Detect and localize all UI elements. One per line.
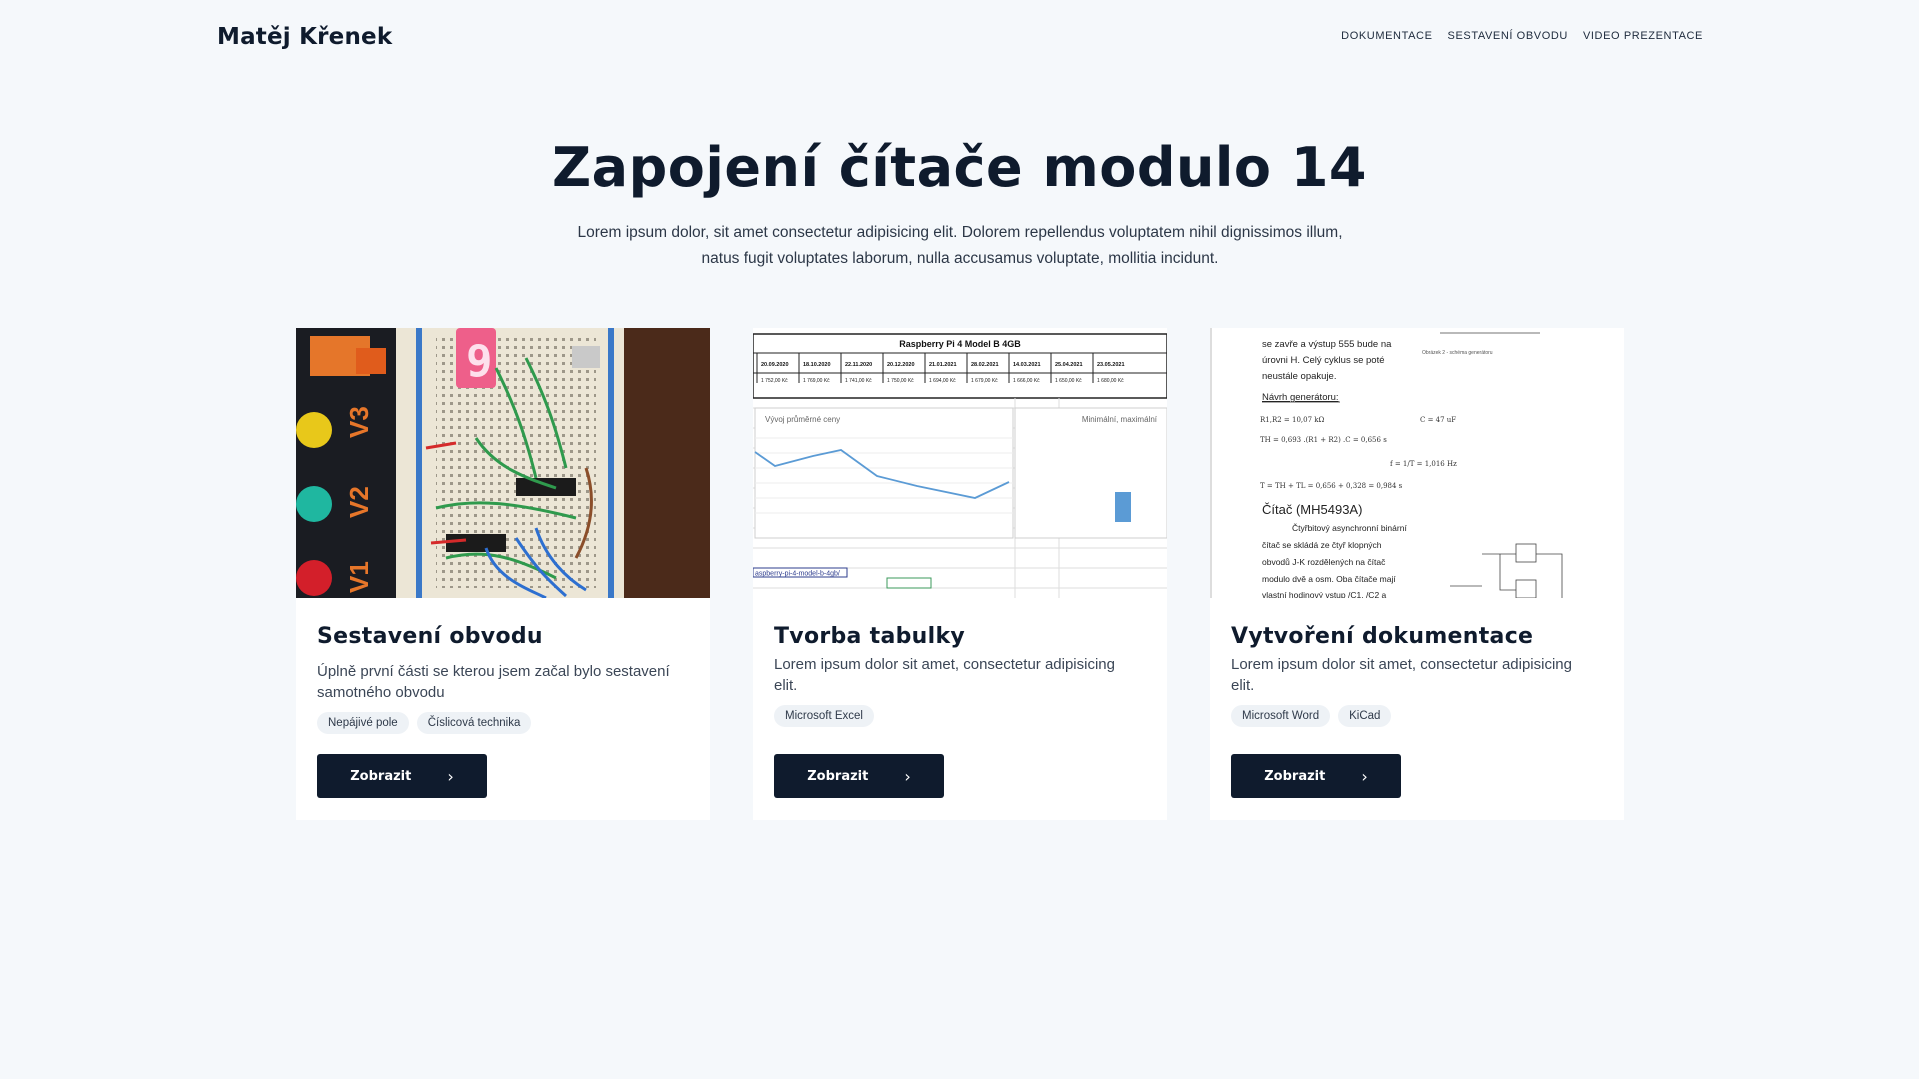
view-button-label: Zobrazit (350, 768, 412, 784)
chevron-right-icon: › (1361, 766, 1368, 786)
date-cell: 22.11.2020 (845, 362, 872, 368)
date-cell: 20.12.2020 (887, 362, 915, 368)
nav-link-dokumentace[interactable]: DOKUMENTACE (1341, 30, 1432, 42)
doc-para-3: obvodů J-K rozdělených na čítač (1262, 557, 1386, 567)
card-title: Vytvoření dokumentace (1231, 624, 1534, 649)
price-cell: 1 679,00 Kč (971, 378, 998, 384)
price-cell: 1 769,00 Kč (803, 378, 830, 384)
formula-4: f = 1/T = 1,016 Hz (1390, 460, 1457, 468)
price-cell: 1 752,00 Kč (761, 378, 788, 384)
tag-list: Nepájivé pole Číslicová technika (317, 712, 532, 734)
view-button[interactable]: Zobrazit › (317, 754, 487, 798)
nav-link-video-prezentace[interactable]: VIDEO PREZENTACE (1583, 30, 1703, 42)
date-cell: 23.05.2021 (1097, 362, 1125, 368)
doc-para-1: Čtyřbitový asynchronní binární (1292, 523, 1407, 533)
price-cell: 1 680,00 Kč (1097, 378, 1124, 384)
doc-section-title: Čítač (MH5493A) (1262, 502, 1362, 517)
seven-segment-digit: 9 (466, 336, 493, 387)
tag: Nepájivé pole (317, 712, 409, 734)
card-tvorba-tabulky: Raspberry Pi 4 Model B 4GB 20.09.2020 18.… (753, 328, 1167, 820)
doc-para-5: vlastní hodinový vstup /C1, /C2 a (1262, 590, 1387, 598)
doc-heading: Návrh generátoru: (1262, 392, 1339, 403)
table-title: Raspberry Pi 4 Model B 4GB (899, 339, 1021, 349)
doc-caption: Obrázek 2 - schéma generátoru (1422, 350, 1493, 356)
nav-link-sestaveni-obvodu[interactable]: SESTAVENÍ OBVODU (1448, 30, 1568, 42)
doc-para-2: čítač se skládá ze čtyř klopných (1262, 540, 1382, 550)
formula-5: T = TH + TL = 0,656 + 0,328 = 0,984 s (1260, 482, 1403, 490)
view-button-label: Zobrazit (807, 768, 869, 784)
date-cell: 18.10.2020 (803, 362, 831, 368)
view-button-label: Zobrazit (1264, 768, 1326, 784)
brand-logo[interactable]: Matěj Křenek (217, 24, 392, 50)
subtitle-line-2: natus fugit voluptates laborum, nulla ac… (701, 250, 1219, 267)
formula-2: C = 47 uF (1420, 416, 1456, 424)
doc-para-4: modulo dvě a osm. Oba čítače mají (1262, 574, 1396, 584)
tag: Microsoft Word (1231, 705, 1331, 727)
view-button[interactable]: Zobrazit › (774, 754, 944, 798)
date-cell: 20.09.2020 (761, 362, 789, 368)
page-subtitle: Lorem ipsum dolor, sit amet consectetur … (510, 220, 1410, 272)
tag: Microsoft Excel (774, 705, 874, 727)
price-cell: 1 650,00 Kč (1055, 378, 1082, 384)
spreadsheet-screenshot: Raspberry Pi 4 Model B 4GB 20.09.2020 18.… (753, 328, 1167, 598)
formula-1: R1,R2 = 10,07 kΩ (1260, 416, 1324, 424)
label-v1: V1 (344, 561, 374, 593)
date-cell: 21.01.2021 (929, 362, 957, 368)
chart-title: Vývoj průměrné ceny (765, 415, 840, 424)
view-button[interactable]: Zobrazit › (1231, 754, 1401, 798)
doc-line-3: neustále opakuje. (1262, 371, 1336, 382)
tag-list: Microsoft Word KiCad (1231, 705, 1392, 727)
document-page: se zavře a výstup 555 bude na úrovni H. … (1210, 328, 1624, 598)
price-cell: 1 666,00 Kč (1013, 378, 1040, 384)
breadboard-photo: V3 V2 V1 9 (296, 328, 710, 598)
card-title: Sestavení obvodu (317, 624, 543, 649)
tag-list: Microsoft Excel (774, 705, 874, 727)
doc-line-2: úrovni H. Celý cyklus se poté (1262, 355, 1385, 366)
tag: KiCad (1338, 705, 1392, 727)
price-cell: 1 694,00 Kč (929, 378, 956, 384)
tag: Číslicová technika (416, 712, 532, 734)
card-image-breadboard: V3 V2 V1 9 (296, 328, 710, 598)
card-vytvoreni-dokumentace: se zavře a výstup 555 bude na úrovni H. … (1210, 328, 1624, 820)
card-title: Tvorba tabulky (774, 624, 966, 649)
spreadsheet-link: aspberry-pi-4-model-b-4gb/ (755, 571, 840, 578)
card-description: Lorem ipsum dolor sit amet, consectetur … (1231, 656, 1572, 694)
main-nav: DOKUMENTACE SESTAVENÍ OBVODU VIDEO PREZE… (1341, 30, 1703, 42)
date-cell: 28.02.2021 (971, 362, 999, 368)
chevron-right-icon: › (447, 766, 454, 786)
date-cell: 14.03.2021 (1013, 362, 1041, 368)
chevron-right-icon: › (904, 766, 911, 786)
price-cell: 1 741,00 Kč (845, 378, 872, 384)
prices-row: 1 752,00 Kč 1 769,00 Kč 1 741,00 Kč 1 750,0… (761, 378, 1124, 384)
subtitle-line-1: Lorem ipsum dolor, sit amet consectetur … (577, 224, 1343, 241)
card-image-document: se zavře a výstup 555 bude na úrovni H. … (1210, 328, 1624, 598)
card-sestaveni-obvodu: V3 V2 V1 9 Sestavení obvodu Úplně první … (296, 328, 710, 820)
card-description: Lorem ipsum dolor sit amet, consectetur … (774, 656, 1115, 694)
site-header: Matěj Křenek DOKUMENTACE SESTAVENÍ OBVOD… (0, 0, 1919, 76)
card-description: Úplně první části se kterou jsem začal b… (317, 663, 670, 701)
formula-3: TH = 0,693 .(R1 + R2) .C = 0,656 s (1260, 436, 1387, 444)
card-image-spreadsheet: Raspberry Pi 4 Model B 4GB 20.09.2020 18.… (753, 328, 1167, 598)
label-v2: V2 (344, 486, 374, 518)
side-title: Minimální, maximální (1082, 415, 1158, 424)
page-title: Zapojení čítače modulo 14 (552, 136, 1367, 199)
doc-line-1: se zavře a výstup 555 bude na (1262, 339, 1392, 350)
label-v3: V3 (344, 406, 374, 438)
date-cell: 25.04.2021 (1055, 362, 1083, 368)
price-cell: 1 750,00 Kč (887, 378, 914, 384)
